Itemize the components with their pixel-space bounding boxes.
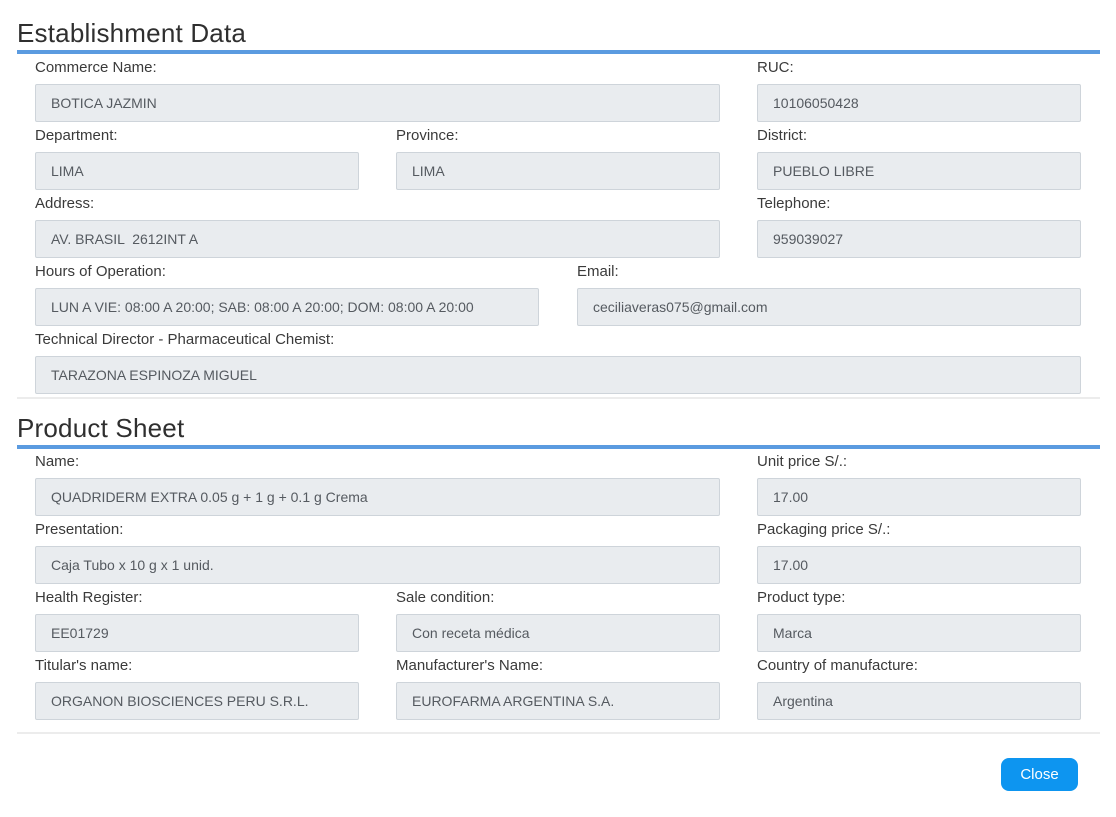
- country-label: Country of manufacture:: [757, 657, 918, 674]
- ruc-label: RUC:: [757, 59, 794, 76]
- commerce-name-input[interactable]: [35, 84, 720, 122]
- packaging-price-input[interactable]: [757, 546, 1081, 584]
- address-input[interactable]: [35, 220, 720, 258]
- sale-condition-label: Sale condition:: [396, 589, 495, 606]
- health-register-label: Health Register:: [35, 589, 143, 606]
- presentation-input[interactable]: [35, 546, 720, 584]
- hours-input[interactable]: [35, 288, 539, 326]
- address-label: Address:: [35, 195, 95, 212]
- ruc-input[interactable]: [757, 84, 1081, 122]
- product-type-label: Product type:: [757, 589, 846, 606]
- establishment-section-title: Establishment Data: [17, 18, 247, 48]
- unit-price-input[interactable]: [757, 478, 1081, 516]
- health-register-input[interactable]: [35, 614, 359, 652]
- email-label: Email:: [577, 263, 619, 280]
- unit-price-label: Unit price S/.:: [757, 453, 848, 470]
- telephone-label: Telephone:: [757, 195, 831, 212]
- packaging-price-label: Packaging price S/.:: [757, 521, 891, 538]
- technical-director-label: Technical Director - Pharmaceutical Chem…: [35, 331, 335, 348]
- department-label: Department:: [35, 127, 118, 144]
- district-input[interactable]: [757, 152, 1081, 190]
- titular-name-label: Titular's name:: [35, 657, 133, 674]
- province-label: Province:: [396, 127, 459, 144]
- product-section-title: Product Sheet: [17, 413, 185, 443]
- product-name-label: Name:: [35, 453, 80, 470]
- commerce-name-label: Commerce Name:: [35, 59, 157, 76]
- product-name-input[interactable]: [35, 478, 720, 516]
- telephone-input[interactable]: [757, 220, 1081, 258]
- hours-label: Hours of Operation:: [35, 263, 166, 280]
- department-input[interactable]: [35, 152, 359, 190]
- sale-condition-input[interactable]: [396, 614, 720, 652]
- manufacturer-name-input[interactable]: [396, 682, 720, 720]
- manufacturer-name-label: Manufacturer's Name:: [396, 657, 544, 674]
- product-type-input[interactable]: [757, 614, 1081, 652]
- technical-director-input[interactable]: [35, 356, 1081, 394]
- titular-name-input[interactable]: [35, 682, 359, 720]
- district-label: District:: [757, 127, 807, 144]
- close-button[interactable]: Close: [1001, 758, 1078, 791]
- province-input[interactable]: [396, 152, 720, 190]
- country-input[interactable]: [757, 682, 1081, 720]
- presentation-label: Presentation:: [35, 521, 124, 538]
- email-input[interactable]: [577, 288, 1081, 326]
